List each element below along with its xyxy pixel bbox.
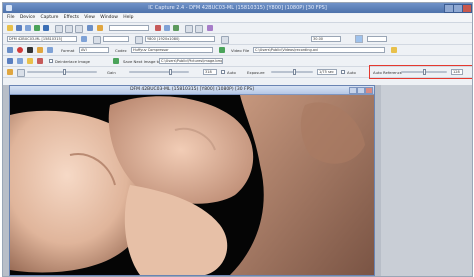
exposure-label: Exposure: [247, 70, 265, 75]
fit-icon[interactable]: [87, 25, 93, 31]
image-folder-icon[interactable]: [27, 58, 33, 64]
input-icon[interactable]: [93, 36, 101, 44]
menu-capture[interactable]: Capture: [40, 15, 58, 20]
menu-view[interactable]: View: [84, 15, 95, 20]
subwindow-minimize-button[interactable]: [349, 87, 357, 94]
save-icon[interactable]: [16, 25, 22, 31]
exposure-auto-label: Auto: [347, 70, 356, 75]
live-video-window: DFM 42BUC03-ML (15810315) [Y800] (1080P)…: [9, 85, 375, 276]
save-image-icon[interactable]: [17, 58, 23, 64]
device-select[interactable]: DFM 42BUC03-ML [15810315]: [7, 36, 77, 42]
step-back-icon[interactable]: [17, 69, 25, 77]
norm-icon[interactable]: [135, 36, 143, 44]
live-video-title-bar: DFM 42BUC03-ML (15810315) [Y800] (1080P)…: [10, 86, 374, 95]
save-image-path[interactable]: C:\Users\Public\Pictures\image.bmp: [159, 58, 223, 64]
live-video-title: DFM 42BUC03-ML (15810315) [Y800] (1080P)…: [130, 87, 254, 92]
subwindow-maximize-button[interactable]: [357, 87, 365, 94]
folder-icon[interactable]: [47, 47, 53, 53]
gain-label: Gain: [107, 70, 116, 75]
record-dot-icon[interactable]: [17, 47, 23, 53]
deinterlace-label: Deinterlace Image: [55, 59, 91, 64]
title-bar: IC Capture 2.4 - DFM 42BUC03-ML (1581031…: [3, 3, 472, 13]
device-icon[interactable]: [25, 25, 31, 31]
brightness-slider-knob[interactable]: [63, 69, 66, 75]
exposure-slider-knob[interactable]: [293, 69, 296, 75]
app-window: IC Capture 2.4 - DFM 42BUC03-ML (1581031…: [2, 2, 473, 277]
zoom-icon[interactable]: [55, 25, 63, 33]
deinterlace-checkbox[interactable]: [49, 59, 53, 63]
open-icon[interactable]: [7, 25, 13, 31]
codec-select[interactable]: Huffyuv Compressor: [131, 47, 213, 53]
live-video-image: [10, 95, 374, 275]
image-settings-icon[interactable]: [173, 25, 179, 31]
toolbar-device: DFM 42BUC03-ML [15810315] Y800 (1920x108…: [3, 34, 472, 45]
pause-icon[interactable]: [37, 47, 43, 53]
toolbar-recording: Format AVI Codec Huffyuv Compressor Vide…: [3, 45, 472, 56]
device-properties-icon[interactable]: [81, 36, 87, 42]
brightness-slider-track[interactable]: [27, 71, 97, 73]
flip-icon[interactable]: [195, 25, 203, 33]
rotate-icon[interactable]: [185, 25, 193, 33]
stop-icon[interactable]: [27, 47, 33, 53]
browse-icon[interactable]: [391, 47, 397, 53]
fps-select[interactable]: 30.00: [311, 36, 341, 42]
gain-value[interactable]: 318: [203, 69, 217, 75]
codec-label: Codec: [115, 48, 127, 53]
menu-device[interactable]: Device: [20, 15, 35, 20]
exposure-auto-checkbox[interactable]: [341, 70, 345, 74]
format-dialog-icon[interactable]: [221, 36, 229, 44]
zoom-out-icon[interactable]: [75, 25, 83, 33]
zoom-percent-select[interactable]: [367, 36, 387, 42]
format-select[interactable]: AVI: [79, 47, 109, 53]
image-icon[interactable]: [7, 47, 13, 53]
live-button[interactable]: [355, 35, 363, 43]
mdi-workspace: DFM 42BUC03-ML (15810315) [Y800] (1080P)…: [3, 85, 472, 276]
snap-icon[interactable]: [113, 58, 119, 64]
zoom-select[interactable]: [109, 25, 149, 31]
menu-help[interactable]: Help: [123, 15, 133, 20]
help-icon[interactable]: [207, 25, 213, 31]
zoom-in-icon[interactable]: [65, 25, 73, 33]
exposure-slider-track[interactable]: [271, 71, 313, 73]
window-title: IC Capture 2.4 - DFM 42BUC03-ML (1581031…: [148, 5, 327, 11]
close-button[interactable]: [462, 4, 472, 13]
subwindow-close-button[interactable]: [365, 87, 373, 94]
snapshot-icon[interactable]: [43, 25, 49, 31]
format-label: Format: [61, 48, 75, 53]
codec-properties-icon[interactable]: [219, 47, 225, 53]
video-format-select[interactable]: Y800 (1920x1080): [145, 36, 215, 42]
play-icon[interactable]: [34, 25, 40, 31]
input-select[interactable]: [103, 36, 129, 42]
gain-slider-track[interactable]: [129, 71, 189, 73]
menu-effects[interactable]: Effects: [64, 15, 79, 20]
gain-auto-checkbox[interactable]: [221, 70, 225, 74]
toolbar-main: [3, 23, 472, 34]
menu-window[interactable]: Window: [100, 15, 118, 20]
settings-icon[interactable]: [97, 25, 103, 31]
overlay-icon[interactable]: [37, 58, 43, 64]
gain-slider-knob[interactable]: [169, 69, 172, 75]
auto-reference-highlight: [369, 65, 472, 79]
save-next-label: Save Next Image to: [123, 59, 161, 64]
properties-icon[interactable]: [164, 25, 170, 31]
empty-workspace-area: [381, 85, 472, 276]
video-file-label: Video File: [231, 48, 250, 53]
exposure-value[interactable]: 1/75 sec: [317, 69, 337, 75]
record-icon[interactable]: [155, 25, 161, 31]
menu-bar: File Device Capture Effects View Window …: [3, 14, 472, 23]
video-file-path[interactable]: C:\Users\Public\Videos\recording.avi: [253, 47, 385, 53]
menu-file[interactable]: File: [7, 15, 15, 20]
snapshot-camera-icon[interactable]: [7, 58, 13, 64]
properties-sliders-icon[interactable]: [7, 69, 13, 75]
gain-auto-label: Auto: [227, 70, 236, 75]
